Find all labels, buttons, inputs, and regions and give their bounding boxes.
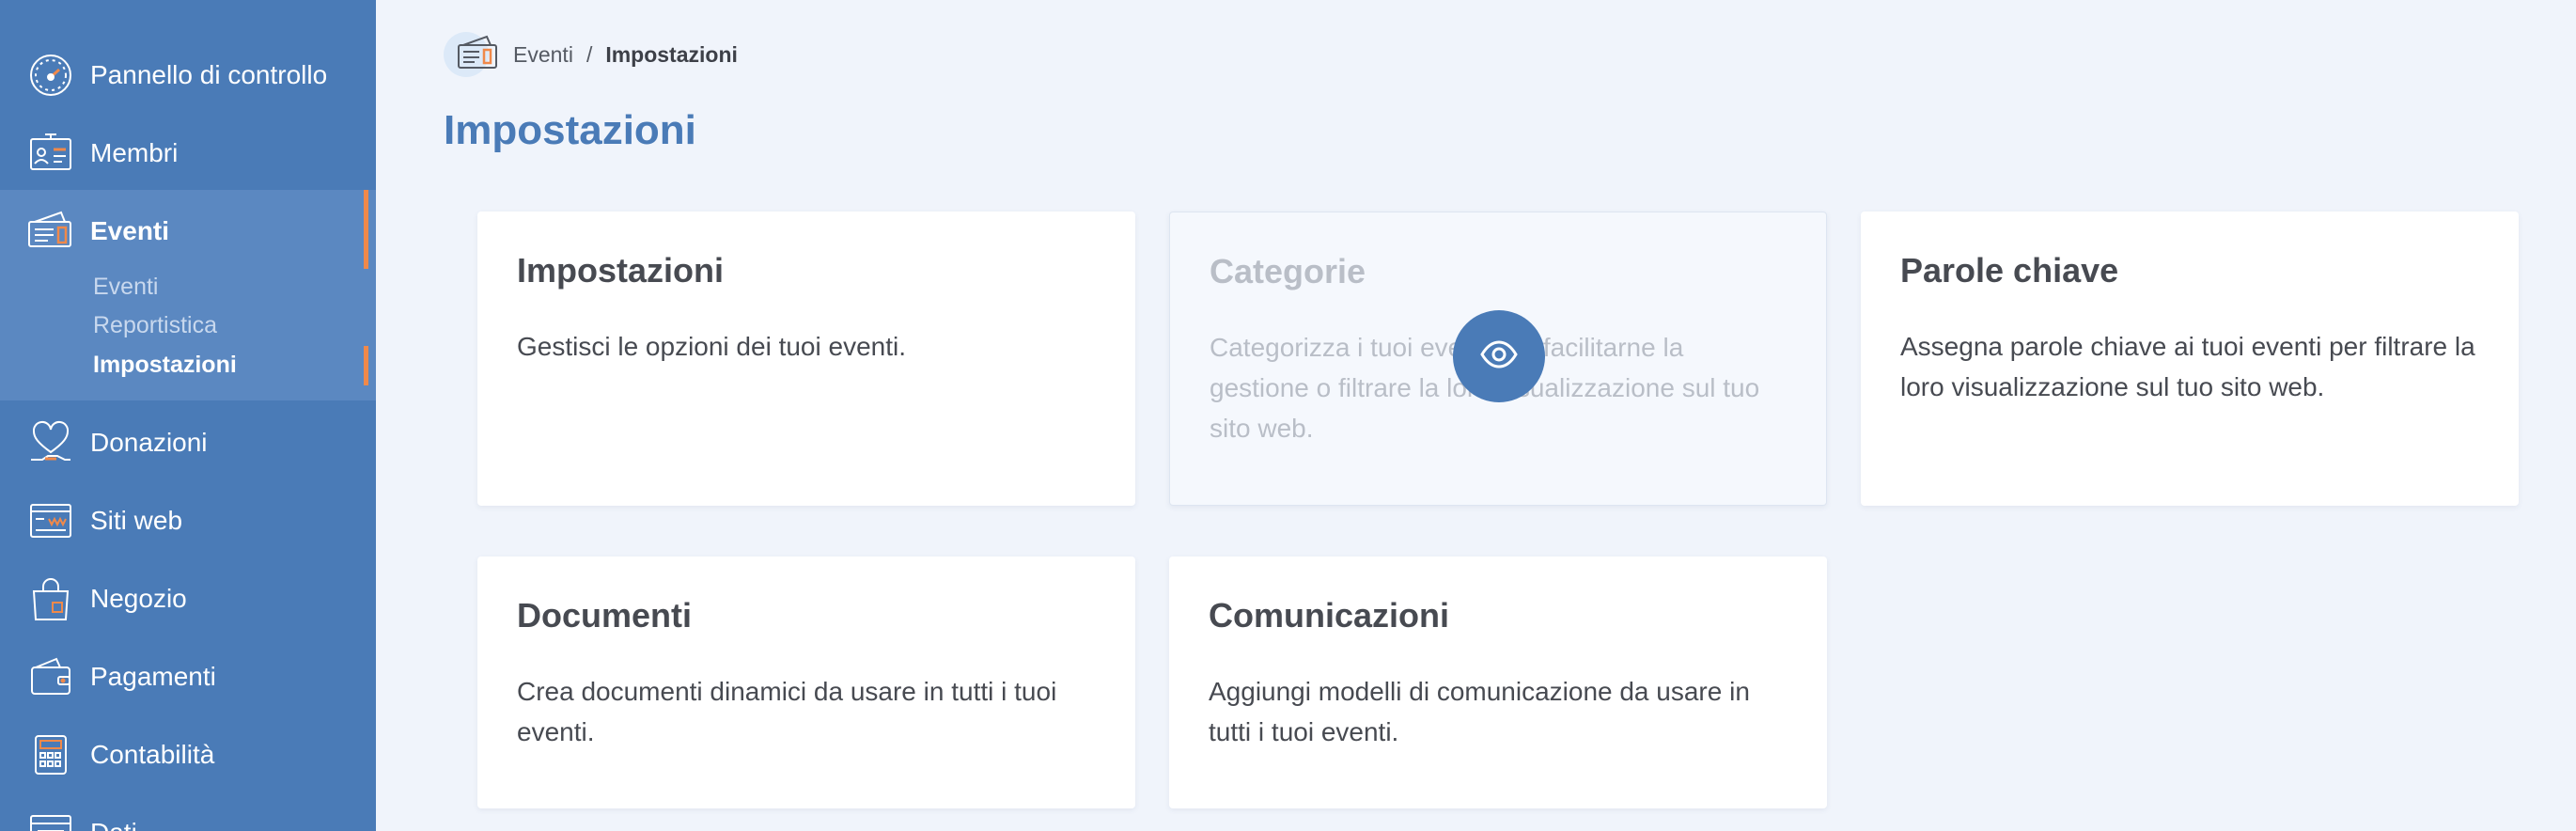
card-description: Assegna parole chiave ai tuoi eventi per… bbox=[1900, 332, 2475, 401]
card-title: Documenti bbox=[517, 596, 693, 635]
breadcrumb: Eventi / Impostazioni bbox=[444, 32, 738, 77]
card-description: Aggiungi modelli di comunicazione da usa… bbox=[1209, 677, 1750, 746]
sidebar-item-contabilita[interactable]: Contabilità bbox=[0, 717, 376, 792]
card-description: Crea documenti dinamici da usare in tutt… bbox=[517, 677, 1057, 746]
data-icon bbox=[26, 808, 75, 831]
card-title: Impostazioni bbox=[517, 251, 725, 290]
card-documenti[interactable]: Documenti Crea documenti dinamici da usa… bbox=[477, 557, 1135, 808]
event-tickets-icon bbox=[26, 207, 75, 256]
sidebar-item-label: Eventi bbox=[90, 216, 170, 245]
sidebar-subitem-reportistica[interactable]: Reportistica bbox=[93, 312, 217, 339]
card-comunicazioni[interactable]: Comunicazioni Aggiungi modelli di comuni… bbox=[1169, 557, 1827, 808]
sidebar-item-label: Negozio bbox=[90, 584, 187, 613]
calculator-icon bbox=[26, 730, 75, 779]
sidebar-item-dati[interactable]: Dati bbox=[0, 795, 376, 831]
page-title: Impostazioni bbox=[444, 107, 696, 153]
sidebar-item-label: Dati bbox=[90, 818, 137, 831]
sidebar-item-label: Contabilità bbox=[90, 740, 215, 769]
sidebar-item-label: Donazioni bbox=[90, 428, 208, 457]
sidebar-item-membri[interactable]: Membri bbox=[0, 116, 376, 191]
card-impostazioni[interactable]: Impostazioni Gestisci le opzioni dei tuo… bbox=[477, 212, 1135, 506]
website-icon bbox=[26, 496, 75, 545]
dashboard-gauge-icon bbox=[26, 51, 75, 100]
sidebar-item-label: Membri bbox=[90, 138, 179, 167]
active-subitem-accent-bar bbox=[364, 346, 368, 385]
breadcrumb-current: Impostazioni bbox=[605, 41, 738, 67]
sidebar-item-donazioni[interactable]: Donazioni bbox=[0, 405, 376, 480]
card-title: Parole chiave bbox=[1900, 251, 2119, 290]
sidebar-item-siti-web[interactable]: Siti web bbox=[0, 483, 376, 558]
card-parole-chiave[interactable]: Parole chiave Assegna parole chiave ai t… bbox=[1861, 212, 2519, 506]
card-description: Gestisci le opzioni dei tuoi eventi. bbox=[517, 332, 906, 361]
card-title: Comunicazioni bbox=[1209, 596, 1450, 635]
member-card-icon bbox=[26, 129, 75, 178]
wallet-icon bbox=[26, 652, 75, 701]
card-title: Categorie bbox=[1210, 252, 1366, 290]
sidebar-item-pannello-di-controllo[interactable]: Pannello di controllo bbox=[0, 38, 376, 113]
eye-icon bbox=[1479, 335, 1519, 379]
event-tickets-icon bbox=[444, 32, 506, 77]
breadcrumb-parent-link[interactable]: Eventi bbox=[513, 42, 573, 68]
sidebar-item-eventi[interactable]: Eventi bbox=[0, 194, 376, 269]
view-card-button[interactable] bbox=[1453, 310, 1545, 402]
sidebar-item-pagamenti[interactable]: Pagamenti bbox=[0, 639, 376, 714]
sidebar: Pannello di controllo Membri Eventi Even… bbox=[0, 0, 376, 831]
app: Pannello di controllo Membri Eventi Even… bbox=[0, 0, 2576, 831]
sidebar-subitem-impostazioni[interactable]: Impostazioni bbox=[93, 352, 237, 379]
sidebar-item-label: Siti web bbox=[90, 506, 183, 535]
shopping-bag-icon bbox=[26, 574, 75, 623]
sidebar-item-negozio[interactable]: Negozio bbox=[0, 561, 376, 636]
breadcrumb-separator: / bbox=[585, 41, 593, 67]
donation-heart-icon bbox=[26, 418, 75, 467]
sidebar-subitem-eventi[interactable]: Eventi bbox=[93, 274, 158, 301]
sidebar-item-label: Pagamenti bbox=[90, 662, 216, 691]
sidebar-item-label: Pannello di controllo bbox=[90, 60, 328, 89]
